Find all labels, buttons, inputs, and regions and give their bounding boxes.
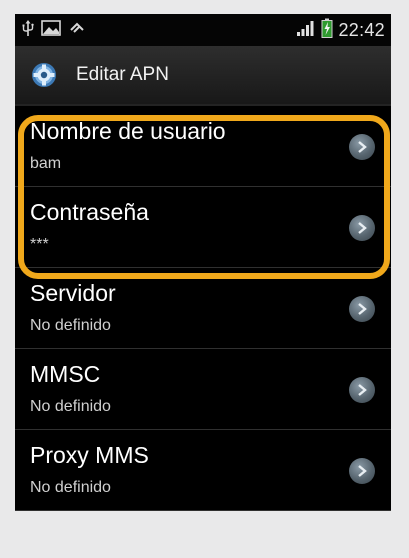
setting-value: No definido <box>30 317 111 334</box>
usb-icon <box>22 19 34 41</box>
title-bar: Editar APN <box>15 46 391 106</box>
status-right-icons: 22:42 <box>296 18 385 42</box>
setting-value: bam <box>30 155 62 172</box>
chevron-right-icon <box>349 134 375 160</box>
sync-icon <box>68 20 86 40</box>
setting-value: No definido <box>30 479 111 496</box>
setting-row-server[interactable]: Servidor No definido <box>15 268 391 349</box>
chevron-right-icon <box>349 215 375 241</box>
battery-charging-icon <box>321 18 333 42</box>
signal-icon <box>296 19 316 41</box>
apn-settings-list: Nombre de usuario bam Contraseña *** Ser… <box>15 106 391 511</box>
phone-screen: 22:42 Editar APN Nombre de usuario bam C… <box>15 14 391 511</box>
settings-gear-icon <box>30 61 58 89</box>
setting-row-username[interactable]: Nombre de usuario bam <box>15 106 391 187</box>
setting-label: Contraseña <box>30 199 149 225</box>
setting-label: Nombre de usuario <box>30 118 226 144</box>
chevron-right-icon <box>349 458 375 484</box>
setting-label: Proxy MMS <box>30 442 149 468</box>
setting-label: MMSC <box>30 361 101 387</box>
chevron-right-icon <box>349 296 375 322</box>
setting-row-mmsc[interactable]: MMSC No definido <box>15 349 391 430</box>
status-time: 22:42 <box>338 19 385 40</box>
setting-value: *** <box>30 236 49 253</box>
status-bar: 22:42 <box>15 14 391 46</box>
setting-row-mms-proxy[interactable]: Proxy MMS No definido <box>15 430 391 511</box>
page-title: Editar APN <box>76 64 169 85</box>
status-left-icons <box>22 19 86 41</box>
setting-value: No definido <box>30 398 111 415</box>
chevron-right-icon <box>349 377 375 403</box>
setting-label: Servidor <box>30 280 116 306</box>
setting-row-password[interactable]: Contraseña *** <box>15 187 391 268</box>
image-icon <box>41 19 61 41</box>
